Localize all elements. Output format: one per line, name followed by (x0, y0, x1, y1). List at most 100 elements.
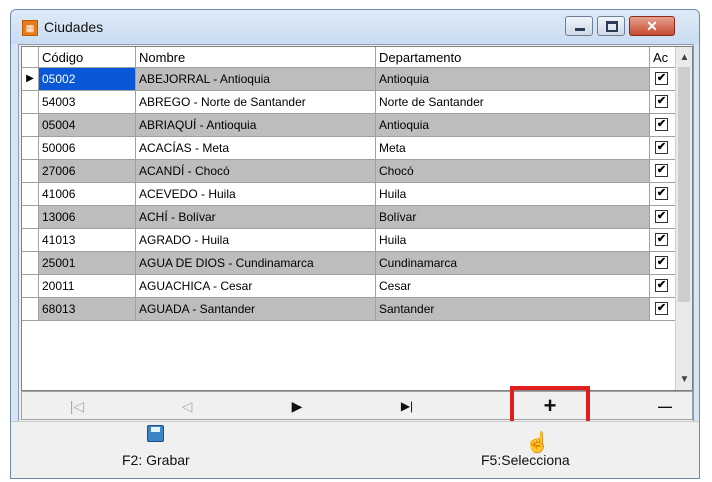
cell-nombre[interactable]: AGRADO - Huila (136, 229, 376, 252)
cell-nombre[interactable]: ABEJORRAL - Antioquia (136, 68, 376, 91)
cell-departamento[interactable]: Meta (376, 137, 650, 160)
table-row[interactable]: 13006 ACHÍ - Bolívar Bolívar ✔ (22, 206, 677, 229)
cell-departamento[interactable]: Santander (376, 298, 650, 321)
active-checkbox[interactable]: ✔ (655, 210, 668, 223)
table-row[interactable]: ▶ 05002 ABEJORRAL - Antioquia Antioquia ✔ (22, 68, 677, 91)
column-header-activo[interactable]: Ac (650, 47, 677, 68)
active-checkbox[interactable]: ✔ (655, 233, 668, 246)
cell-departamento[interactable]: Huila (376, 229, 650, 252)
cell-nombre[interactable]: ACACÍAS - Meta (136, 137, 376, 160)
cell-codigo[interactable]: 50006 (39, 137, 136, 160)
vertical-scrollbar[interactable]: ▲ ▼ (675, 47, 692, 390)
cell-activo: ✔ (650, 206, 677, 229)
cell-codigo[interactable]: 54003 (39, 91, 136, 114)
scroll-thumb[interactable] (678, 67, 690, 302)
row-indicator-header (22, 47, 39, 68)
table-row[interactable]: 20011 AGUACHICA - Cesar Cesar ✔ (22, 275, 677, 298)
table-row[interactable]: 68013 AGUADA - Santander Santander ✔ (22, 298, 677, 321)
cell-codigo[interactable]: 68013 (39, 298, 136, 321)
cell-codigo[interactable]: 41013 (39, 229, 136, 252)
active-checkbox[interactable]: ✔ (655, 187, 668, 200)
cell-departamento[interactable]: Antioquia (376, 114, 650, 137)
cell-nombre[interactable]: ABREGO - Norte de Santander (136, 91, 376, 114)
save-label[interactable]: F2: Grabar (122, 452, 190, 468)
active-checkbox[interactable]: ✔ (655, 95, 668, 108)
cell-departamento[interactable]: Huila (376, 183, 650, 206)
table-row[interactable]: 05004 ABRIAQUÍ - Antioquia Antioquia ✔ (22, 114, 677, 137)
scroll-down-icon[interactable]: ▼ (676, 371, 692, 388)
nav-delete-button[interactable]: — (635, 395, 695, 417)
cell-departamento[interactable]: Chocó (376, 160, 650, 183)
active-checkbox[interactable]: ✔ (655, 141, 668, 154)
nav-next-button[interactable]: ▶ (267, 395, 327, 417)
column-header-codigo[interactable]: Código (39, 47, 136, 68)
table-row[interactable]: 41006 ACEVEDO - Huila Huila ✔ (22, 183, 677, 206)
row-indicator[interactable] (22, 252, 39, 275)
row-indicator[interactable] (22, 114, 39, 137)
table-row[interactable]: 27006 ACANDÍ - Chocó Chocó ✔ (22, 160, 677, 183)
row-indicator[interactable] (22, 206, 39, 229)
row-indicator[interactable] (22, 298, 39, 321)
minimize-icon (575, 28, 585, 31)
cell-nombre[interactable]: ACANDÍ - Chocó (136, 160, 376, 183)
scroll-up-icon[interactable]: ▲ (676, 49, 692, 66)
cell-departamento[interactable]: Antioquia (376, 68, 650, 91)
active-checkbox[interactable]: ✔ (655, 302, 668, 315)
cell-codigo[interactable]: 05004 (39, 114, 136, 137)
active-checkbox[interactable]: ✔ (655, 72, 668, 85)
cell-codigo[interactable]: 13006 (39, 206, 136, 229)
cell-nombre[interactable]: ABRIAQUÍ - Antioquia (136, 114, 376, 137)
column-header-nombre[interactable]: Nombre (136, 47, 376, 68)
active-checkbox[interactable]: ✔ (655, 118, 668, 131)
db-navigator: |◁ ◁ ▶ ▶| + — (21, 391, 693, 420)
cell-activo: ✔ (650, 91, 677, 114)
table-row[interactable]: 41013 AGRADO - Huila Huila ✔ (22, 229, 677, 252)
table-row[interactable]: 54003 ABREGO - Norte de Santander Norte de… (22, 91, 677, 114)
cell-nombre[interactable]: AGUACHICA - Cesar (136, 275, 376, 298)
maximize-button[interactable] (597, 16, 625, 36)
cell-departamento[interactable]: Cundinamarca (376, 252, 650, 275)
cell-activo: ✔ (650, 183, 677, 206)
cell-nombre[interactable]: ACHÍ - Bolívar (136, 206, 376, 229)
row-indicator[interactable] (22, 160, 39, 183)
floppy-disk-icon[interactable] (147, 425, 164, 442)
cell-codigo[interactable]: 05002 (39, 68, 136, 91)
active-checkbox[interactable]: ✔ (655, 164, 668, 177)
row-indicator[interactable] (22, 91, 39, 114)
close-button[interactable]: ✕ (629, 16, 675, 36)
cell-codigo[interactable]: 25001 (39, 252, 136, 275)
hand-pointer-icon: ☝ (525, 432, 550, 454)
active-checkbox[interactable]: ✔ (655, 256, 668, 269)
title-bar[interactable]: ▦ Ciudades ✕ (11, 10, 699, 44)
cell-activo: ✔ (650, 252, 677, 275)
row-indicator[interactable] (22, 275, 39, 298)
cell-nombre[interactable]: ACEVEDO - Huila (136, 183, 376, 206)
cities-grid[interactable]: Código Nombre Departamento Ac ▶ 05002 ABEJ… (21, 46, 693, 391)
row-indicator[interactable] (22, 229, 39, 252)
cell-activo: ✔ (650, 114, 677, 137)
app-icon: ▦ (22, 20, 38, 36)
cell-activo: ✔ (650, 298, 677, 321)
cell-codigo[interactable]: 41006 (39, 183, 136, 206)
active-checkbox[interactable]: ✔ (655, 279, 668, 292)
table-row[interactable]: 50006 ACACÍAS - Meta Meta ✔ (22, 137, 677, 160)
row-indicator[interactable] (22, 183, 39, 206)
cell-codigo[interactable]: 27006 (39, 160, 136, 183)
bottom-panel: F2: Grabar F5:Selecciona (11, 421, 699, 478)
cell-departamento[interactable]: Norte de Santander (376, 91, 650, 114)
cell-nombre[interactable]: AGUA DE DIOS - Cundinamarca (136, 252, 376, 275)
close-icon: ✕ (646, 18, 658, 34)
cell-nombre[interactable]: AGUADA - Santander (136, 298, 376, 321)
row-indicator[interactable] (22, 137, 39, 160)
table-row[interactable]: 25001 AGUA DE DIOS - Cundinamarca Cundinam… (22, 252, 677, 275)
minimize-button[interactable] (565, 16, 593, 36)
nav-prior-button[interactable]: ◁ (157, 395, 217, 417)
column-header-departamento[interactable]: Departamento (376, 47, 650, 68)
cell-departamento[interactable]: Cesar (376, 275, 650, 298)
row-indicator[interactable]: ▶ (22, 68, 39, 91)
cell-codigo[interactable]: 20011 (39, 275, 136, 298)
cell-departamento[interactable]: Bolívar (376, 206, 650, 229)
nav-last-button[interactable]: ▶| (377, 395, 437, 417)
nav-first-button[interactable]: |◁ (47, 395, 107, 417)
cell-activo: ✔ (650, 160, 677, 183)
